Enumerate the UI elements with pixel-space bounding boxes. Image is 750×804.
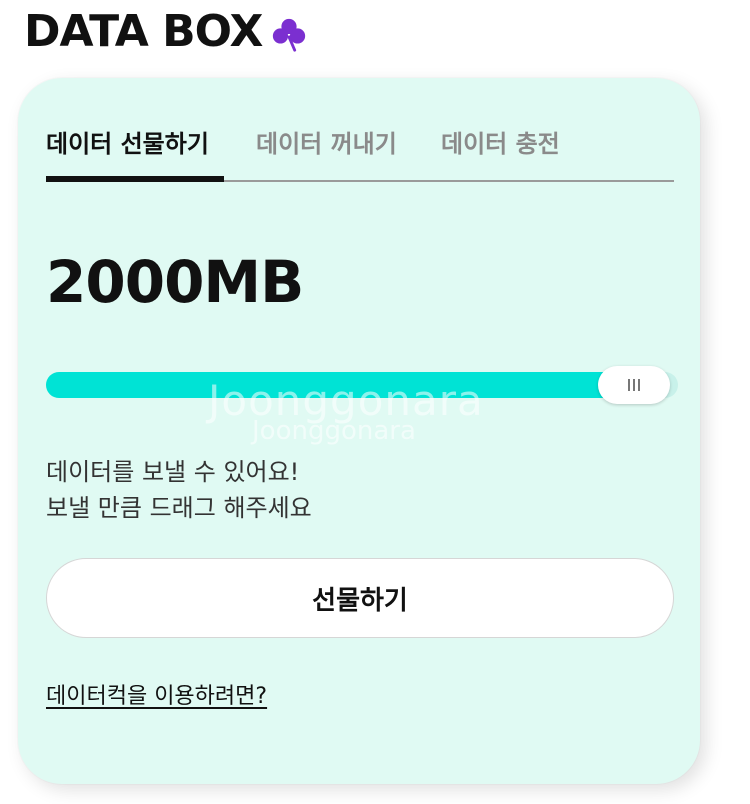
watermark-small: Joonggonara [252, 416, 416, 446]
grip-icon [627, 379, 640, 391]
data-amount: 2000MB [46, 248, 304, 316]
active-tab-indicator [46, 176, 224, 182]
header: DATA BOX [24, 6, 308, 57]
tab-charge-data[interactable]: 데이터 충전 [441, 124, 560, 159]
help-line-1: 데이터를 보낼 수 있어요! [46, 458, 300, 486]
data-box-card: 데이터 선물하기 데이터 꺼내기 데이터 충전 2000MB Joonggona… [18, 78, 700, 784]
tab-bar: 데이터 선물하기 데이터 꺼내기 데이터 충전 [46, 124, 674, 182]
help-line-2: 보낼 만큼 드래그 해주세요 [46, 494, 312, 522]
tab-gift-data[interactable]: 데이터 선물하기 [46, 124, 209, 159]
tab-take-out-data[interactable]: 데이터 꺼내기 [256, 124, 397, 159]
how-to-use-link[interactable]: 데이터컥을 이용하려면? [46, 678, 267, 710]
data-amount-slider[interactable] [46, 366, 678, 404]
help-text: 데이터를 보낼 수 있어요! 보낼 만큼 드래그 해주세요 [46, 454, 312, 526]
gift-button[interactable]: 선물하기 [46, 558, 674, 638]
slider-fill [46, 372, 634, 398]
slider-handle[interactable] [597, 366, 670, 404]
brand-title: DATA BOX [24, 6, 263, 57]
clover-icon [273, 18, 306, 52]
